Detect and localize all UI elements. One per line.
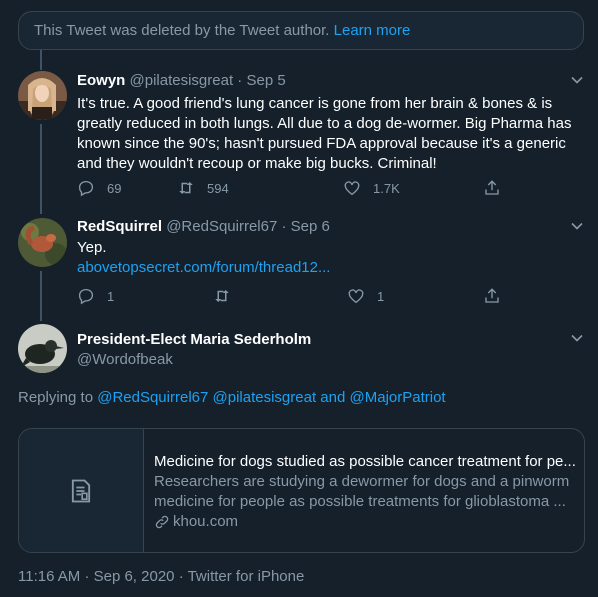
separator-dot: · <box>84 568 90 585</box>
link-card[interactable]: Medicine for dogs studied as possible ca… <box>18 428 585 553</box>
reply-count: 1 <box>107 288 115 304</box>
author-name-block: President-Elect Maria Sederholm @Wordofb… <box>77 331 311 368</box>
card-domain: khou.com <box>154 513 238 530</box>
display-name[interactable]: President-Elect Maria Sederholm <box>77 331 311 348</box>
retweet-button[interactable] <box>213 286 243 306</box>
tweet-time[interactable]: 11:16 AM <box>18 568 80 585</box>
like-button[interactable]: 1.7K <box>343 178 400 198</box>
card-domain-text: khou.com <box>173 513 239 530</box>
like-count: 1.7K <box>373 180 400 196</box>
user-handle[interactable]: @Wordofbeak <box>77 351 311 368</box>
tweet-source[interactable]: Twitter for iPhone <box>188 568 305 585</box>
reply-mention[interactable]: @RedSquirrel67 <box>97 389 208 406</box>
retweet-icon <box>179 182 193 194</box>
link-icon <box>155 515 169 528</box>
reply-count: 69 <box>107 180 122 196</box>
reply-button[interactable]: 1 <box>77 286 114 306</box>
separator-dot: · <box>281 218 287 235</box>
tweet-link[interactable]: abovetopsecret.com/forum/thread12... <box>77 258 577 278</box>
card-description-line: medicine for people as possible treatmen… <box>154 493 566 510</box>
reply-icon <box>78 288 94 305</box>
tweet-text: It's true. A good friend's lung cancer i… <box>77 94 577 174</box>
share-icon <box>485 288 499 303</box>
like-button[interactable]: 1 <box>347 286 384 306</box>
reply-button[interactable]: 69 <box>77 178 121 198</box>
card-description-line: Researchers are studying a dewormer for … <box>154 473 570 490</box>
avatar-wordofbeak[interactable] <box>18 324 67 373</box>
tweet-text-line: and they wouldn't recoup or make big buc… <box>77 155 437 172</box>
share-icon <box>485 180 499 195</box>
tweet-actions: 69 594 1.7K <box>77 178 507 198</box>
retweet-count: 594 <box>207 180 229 196</box>
separator-dot: · <box>178 568 184 585</box>
card-thumbnail <box>19 429 144 552</box>
tweet-full-date[interactable]: Sep 6, 2020 <box>94 568 175 585</box>
card-title: Medicine for dogs studied as possible ca… <box>154 453 576 470</box>
tweet-timestamp-footer: 11:16 AM · Sep 6, 2020 · Twitter for iPh… <box>18 568 304 585</box>
user-handle[interactable]: @RedSquirrel67 <box>166 218 277 235</box>
deleted-tweet-notice: This Tweet was deleted by the Tweet auth… <box>18 11 584 50</box>
heart-icon <box>344 181 360 196</box>
chevron-down-icon[interactable] <box>570 219 584 233</box>
reply-and[interactable]: and <box>320 389 345 406</box>
document-icon <box>71 479 91 502</box>
like-count: 1 <box>377 288 385 304</box>
tweet-text: Yep. abovetopsecret.com/forum/thread12..… <box>77 238 577 278</box>
reply-mention[interactable]: @pilatesisgreat <box>213 389 317 406</box>
share-button[interactable] <box>483 178 513 198</box>
retweet-icon <box>215 290 229 302</box>
tweet-actions: 1 1 <box>77 286 507 306</box>
tweet-date[interactable]: Sep 5 <box>246 72 285 89</box>
display-name[interactable]: RedSquirrel <box>77 218 162 235</box>
thread-line <box>40 271 42 321</box>
tweet-text-line: Yep. <box>77 239 107 256</box>
tweet-text-line: known since the 90's; hasn't pursued FDA… <box>77 135 566 152</box>
reply-mention[interactable]: @MajorPatriot <box>350 389 446 406</box>
user-handle[interactable]: @pilatesisgreat <box>130 72 234 89</box>
tweet-text-line: greatly reduced in both lungs. All due t… <box>77 115 572 132</box>
share-button[interactable] <box>483 286 513 306</box>
display-name[interactable]: Eowyn <box>77 72 125 89</box>
avatar-redsquirrel[interactable] <box>18 218 67 267</box>
card-description: Researchers are studying a dewormer for … <box>154 472 574 512</box>
replying-prefix: Replying to <box>18 389 94 406</box>
separator-dot: · <box>237 72 243 89</box>
tweet-date[interactable]: Sep 6 <box>291 218 330 235</box>
learn-more-link[interactable]: Learn more <box>334 22 411 39</box>
reply-icon <box>78 180 94 197</box>
retweet-button[interactable]: 594 <box>177 178 229 198</box>
avatar-eowyn[interactable] <box>18 71 67 120</box>
deleted-notice-text: This Tweet was deleted by the Tweet auth… <box>34 22 330 39</box>
replying-to: Replying to @RedSquirrel67 @pilatesisgre… <box>18 389 446 406</box>
chevron-down-icon[interactable] <box>570 331 584 345</box>
tweet-header: Eowyn @pilatesisgreat · Sep 5 <box>77 72 286 89</box>
tweet-header: RedSquirrel @RedSquirrel67 · Sep 6 <box>77 218 330 235</box>
thread-line <box>40 50 42 70</box>
heart-icon <box>348 289 364 304</box>
tweet-text-line: It's true. A good friend's lung cancer i… <box>77 95 553 112</box>
chevron-down-icon[interactable] <box>570 73 584 87</box>
thread-line <box>40 124 42 214</box>
